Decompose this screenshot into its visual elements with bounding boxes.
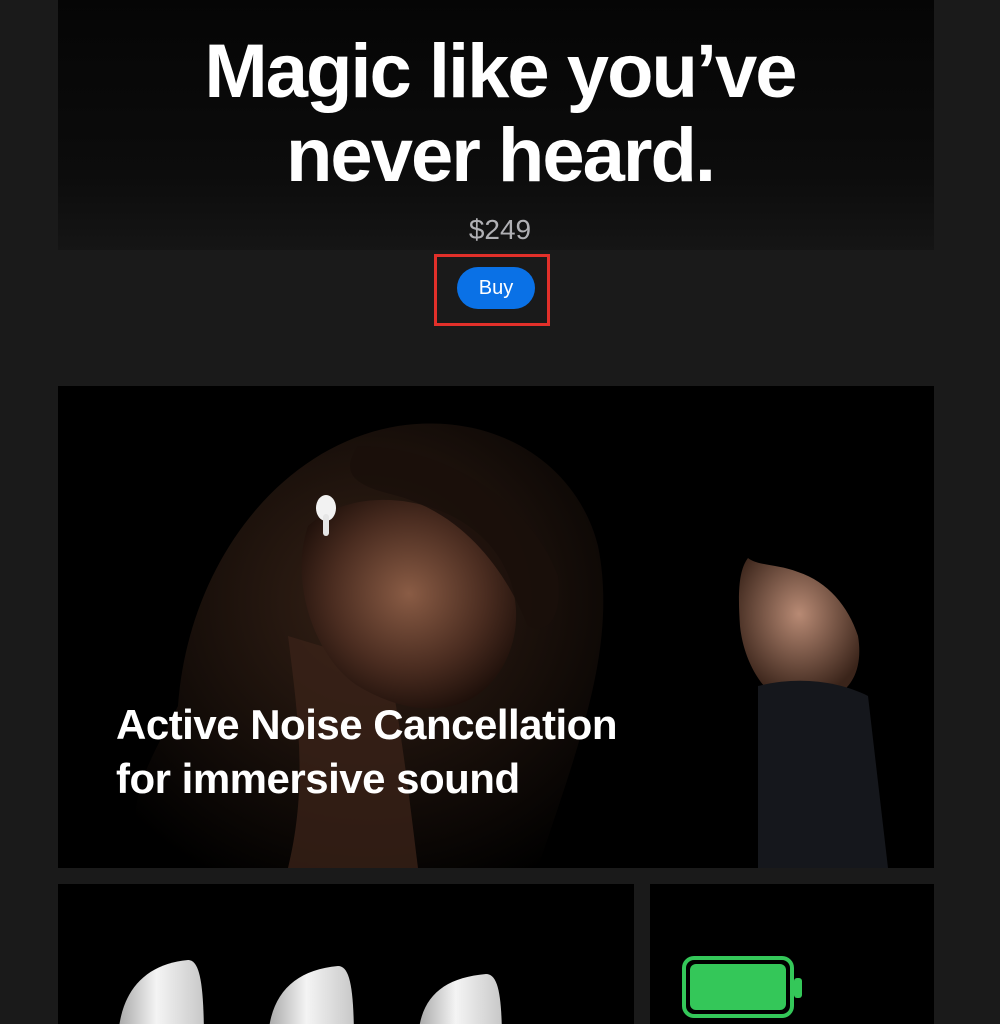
ear-tips-tile [58,884,634,1024]
battery-icon [682,956,802,1018]
buy-button[interactable]: Buy [457,267,535,309]
price-label: $249 [468,214,532,245]
battery-tile [650,884,934,1024]
anc-feature-panel: Active Noise Cancellation for immersive … [58,386,934,868]
anc-feature-title: Active Noise Cancellation for immersive … [116,701,618,802]
ear-tips-image [119,960,502,1024]
product-page: Magic like you’ve never heard. $249 Buy [0,0,1000,1024]
hero-headline: Magic like you’ve never heard. [204,29,797,198]
